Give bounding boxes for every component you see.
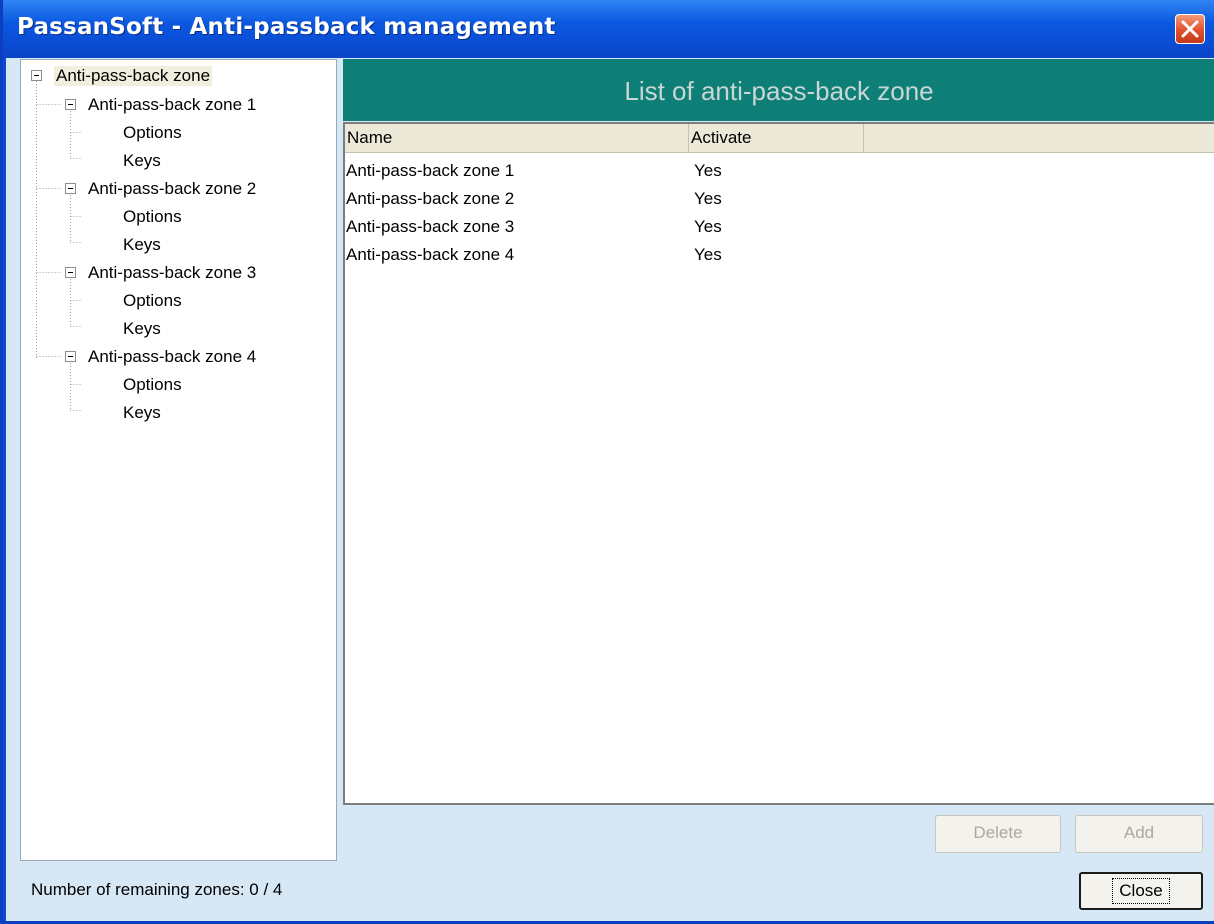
tree-item-zone-2-keys[interactable]: Keys xyxy=(123,235,161,255)
close-icon xyxy=(1181,20,1199,38)
window-title: PassanSoft - Anti-passback management xyxy=(17,14,556,40)
column-header-name[interactable]: Name xyxy=(345,124,689,152)
tree-item-zone-3-options[interactable]: Options xyxy=(123,291,182,311)
tree-item-zone-4[interactable]: Anti-pass-back zone 4 xyxy=(88,347,256,367)
list-panel-header: List of anti-pass-back zone xyxy=(343,59,1214,121)
tree-expander-zone-4[interactable] xyxy=(65,351,76,362)
tree-item-zone-2[interactable]: Anti-pass-back zone 2 xyxy=(88,179,256,199)
close-button[interactable]: Close xyxy=(1079,872,1203,910)
title-bar[interactable]: PassanSoft - Anti-passback management xyxy=(3,0,1214,58)
delete-button[interactable]: Delete xyxy=(935,815,1061,853)
zone-listview[interactable]: Name Activate Anti-pass-back zone 1 Yes … xyxy=(343,122,1214,805)
table-row[interactable]: Anti-pass-back zone 3 Yes xyxy=(345,213,1213,241)
add-button[interactable]: Add xyxy=(1075,815,1203,853)
table-row[interactable]: Anti-pass-back zone 4 Yes xyxy=(345,241,1213,269)
tree-item-zone-4-options[interactable]: Options xyxy=(123,375,182,395)
table-row[interactable]: Anti-pass-back zone 2 Yes xyxy=(345,185,1213,213)
tree-item-zone-1-options[interactable]: Options xyxy=(123,123,182,143)
tree-item-zone-3-keys[interactable]: Keys xyxy=(123,319,161,339)
tree-item-zone-2-options[interactable]: Options xyxy=(123,207,182,227)
tree-item-zone-3[interactable]: Anti-pass-back zone 3 xyxy=(88,263,256,283)
close-button-label: Close xyxy=(1112,878,1170,904)
tree-item-zone-4-keys[interactable]: Keys xyxy=(123,403,161,423)
tree-item-root[interactable]: Anti-pass-back zone xyxy=(54,66,213,86)
column-header-activate[interactable]: Activate xyxy=(689,124,864,152)
cell-name: Anti-pass-back zone 3 xyxy=(346,217,515,236)
tree-item-zone-1-keys[interactable]: Keys xyxy=(123,151,161,171)
cell-activate: Yes xyxy=(694,245,722,264)
zone-list-panel: List of anti-pass-back zone Name Activat… xyxy=(343,59,1214,805)
tree-expander-zone-2[interactable] xyxy=(65,183,76,194)
list-panel-title: List of anti-pass-back zone xyxy=(624,76,934,106)
tree-expander-zone-3[interactable] xyxy=(65,267,76,278)
cell-activate: Yes xyxy=(694,189,722,208)
app-window: PassanSoft - Anti-passback management An… xyxy=(0,0,1214,924)
table-row[interactable]: Anti-pass-back zone 1 Yes xyxy=(345,157,1213,185)
cell-name: Anti-pass-back zone 4 xyxy=(346,245,515,264)
zone-tree[interactable]: Anti-pass-back zone Anti-pass-back zone … xyxy=(20,59,337,861)
tree-expander-zone-1[interactable] xyxy=(65,99,76,110)
remaining-zones-status: Number of remaining zones: 0 / 4 xyxy=(31,880,283,899)
window-close-button[interactable] xyxy=(1175,14,1205,44)
listview-header: Name Activate xyxy=(345,124,1214,153)
cell-activate: Yes xyxy=(694,217,722,236)
cell-name: Anti-pass-back zone 1 xyxy=(346,161,515,180)
tree-item-zone-1[interactable]: Anti-pass-back zone 1 xyxy=(88,95,256,115)
cell-activate: Yes xyxy=(694,161,722,180)
cell-name: Anti-pass-back zone 2 xyxy=(346,189,515,208)
tree-expander-root[interactable] xyxy=(31,70,42,81)
